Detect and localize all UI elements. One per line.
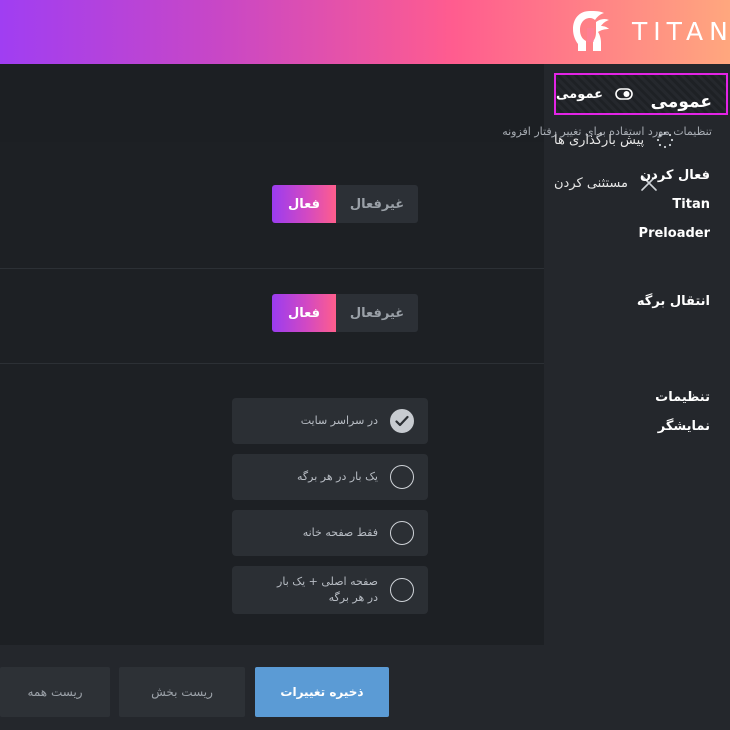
section-divider: [0, 363, 544, 364]
page-transition-label: انتقال برگه: [636, 294, 710, 309]
sidebar-item-label: مستثنی کردن: [554, 175, 628, 191]
display-option-homepage-only[interactable]: فقط صفحه خانه: [232, 510, 428, 556]
display-option-once-per-page[interactable]: یک بار در هر برگه: [232, 454, 428, 500]
page-header: [0, 64, 544, 142]
transition-on-button[interactable]: فعال: [272, 294, 336, 332]
display-option-sitewide[interactable]: در سراسر سایت: [232, 398, 428, 444]
sidebar-item-label: عمومی: [556, 86, 603, 102]
page-title: عمومی: [650, 92, 712, 112]
enable-on-button[interactable]: فعال: [272, 185, 336, 223]
reset-all-button[interactable]: ریست همه: [0, 667, 110, 717]
display-settings-label: تنظیمات نمایشگر: [655, 390, 710, 434]
brand-logo-text: TITAN: [632, 17, 730, 46]
enable-off-button[interactable]: غیرفعال: [336, 185, 418, 223]
option-label: یک بار در هر برگه: [297, 470, 378, 483]
option-label: فقط صفحه خانه: [302, 526, 378, 539]
radio-icon: [390, 521, 414, 545]
transition-off-button[interactable]: غیرفعال: [336, 294, 418, 332]
enable-preloader-label: فعال کردن Titan Preloader: [638, 168, 710, 241]
reset-section-button[interactable]: ریست بخش: [119, 667, 245, 717]
spartan-helmet-icon: [573, 11, 609, 52]
radio-icon: [390, 465, 414, 489]
option-label: صفحه اصلی + یک بار در هر برگه: [277, 575, 378, 604]
section-divider: [0, 268, 544, 269]
option-label: در سراسر سایت: [300, 414, 378, 427]
top-header: TITAN: [0, 0, 730, 64]
save-changes-button[interactable]: ذخیره تغییرات: [255, 667, 389, 717]
display-option-homepage-plus-once[interactable]: صفحه اصلی + یک بار در هر برگه: [232, 566, 428, 614]
radio-icon: [390, 578, 414, 602]
page-transition-toggle: فعال غیرفعال: [272, 294, 418, 332]
toggle-icon: [613, 83, 635, 105]
check-icon: [390, 409, 414, 433]
enable-preloader-toggle: فعال غیرفعال: [272, 185, 418, 223]
page-description: تنظیمات مورد استفاده برای تغییر رفتار اف…: [502, 125, 712, 138]
